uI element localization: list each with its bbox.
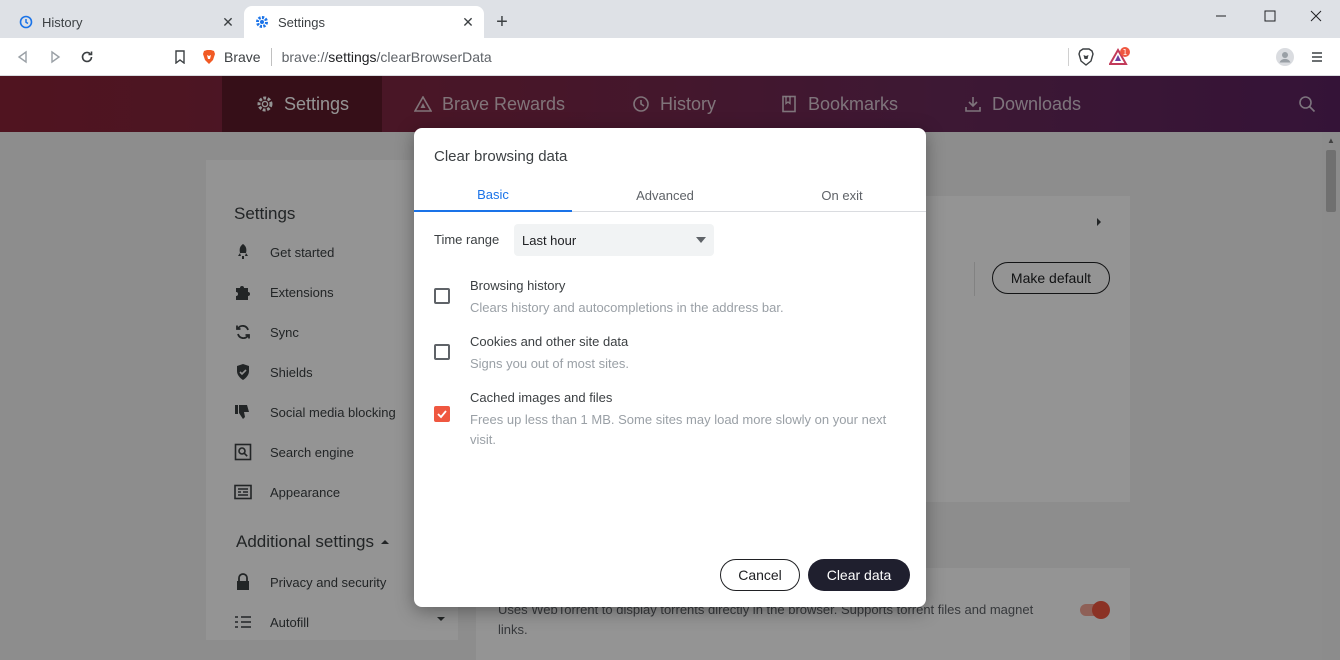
option-description: Frees up less than 1 MB. Some sites may … [470,412,887,447]
tab-basic[interactable]: Basic [414,178,572,212]
toolbar: Brave brave://settings/clearBrowserData … [0,38,1340,76]
bookmark-icon[interactable] [169,46,191,68]
checkmark-icon [437,410,447,419]
tab-history[interactable]: History ✕ [8,6,244,38]
time-range-label: Time range [434,232,500,247]
url-text: brave://settings/clearBrowserData [282,49,492,65]
site-label: Brave [224,49,261,65]
clear-data-button[interactable]: Clear data [808,559,910,591]
tab-title: History [42,14,83,30]
address-bar[interactable]: Brave brave://settings/clearBrowserData [202,43,1140,71]
history-icon [18,14,34,30]
cancel-button[interactable]: Cancel [720,559,800,591]
option-label: Cached images and files [470,390,613,405]
option-label: Cookies and other site data [470,334,629,349]
back-icon[interactable] [12,46,34,68]
dialog-tabs: Basic Advanced On exit [414,178,926,212]
option-description: Signs you out of most sites. [470,356,629,371]
tab-settings[interactable]: Settings ✕ [244,6,484,38]
divider [1068,48,1069,66]
time-range-select[interactable]: Last hour [514,224,714,256]
tab-on-exit[interactable]: On exit [764,178,920,212]
title-bar: History ✕ Settings ✕ + [0,0,1340,38]
close-tab-icon[interactable]: ✕ [460,14,476,30]
forward-icon[interactable] [44,46,66,68]
divider [270,48,272,66]
cookies-checkbox[interactable] [434,344,450,360]
maximize-icon[interactable] [1255,4,1285,28]
minimize-icon[interactable] [1206,4,1236,28]
gear-icon [254,14,270,30]
brave-shields-icon[interactable] [1075,46,1097,68]
profile-icon[interactable] [1274,46,1296,68]
dropdown-caret-icon [696,237,706,243]
url-scheme: brave:// [281,49,329,65]
brave-rewards-icon[interactable]: 1 [1109,46,1131,68]
time-range-value: Last hour [522,232,577,248]
url-host: settings [328,49,377,65]
cached-images-checkbox[interactable] [434,406,450,422]
option-label: Browsing history [470,278,566,293]
clear-browsing-data-dialog: Clear browsing data Basic Advanced On ex… [414,128,926,607]
new-tab-button[interactable]: + [492,12,512,32]
dialog-title: Clear browsing data [434,148,568,165]
tab-title: Settings [278,14,325,30]
close-window-icon[interactable] [1301,4,1331,28]
browsing-history-checkbox[interactable] [434,288,450,304]
tab-advanced[interactable]: Advanced [586,178,744,212]
reload-icon[interactable] [76,46,98,68]
menu-icon[interactable] [1306,46,1328,68]
brave-lion-icon [202,49,216,65]
rewards-badge: 1 [1123,48,1128,57]
url-path: /clearBrowserData [376,49,492,65]
option-description: Clears history and autocompletions in th… [470,300,784,315]
close-tab-icon[interactable]: ✕ [220,14,236,30]
